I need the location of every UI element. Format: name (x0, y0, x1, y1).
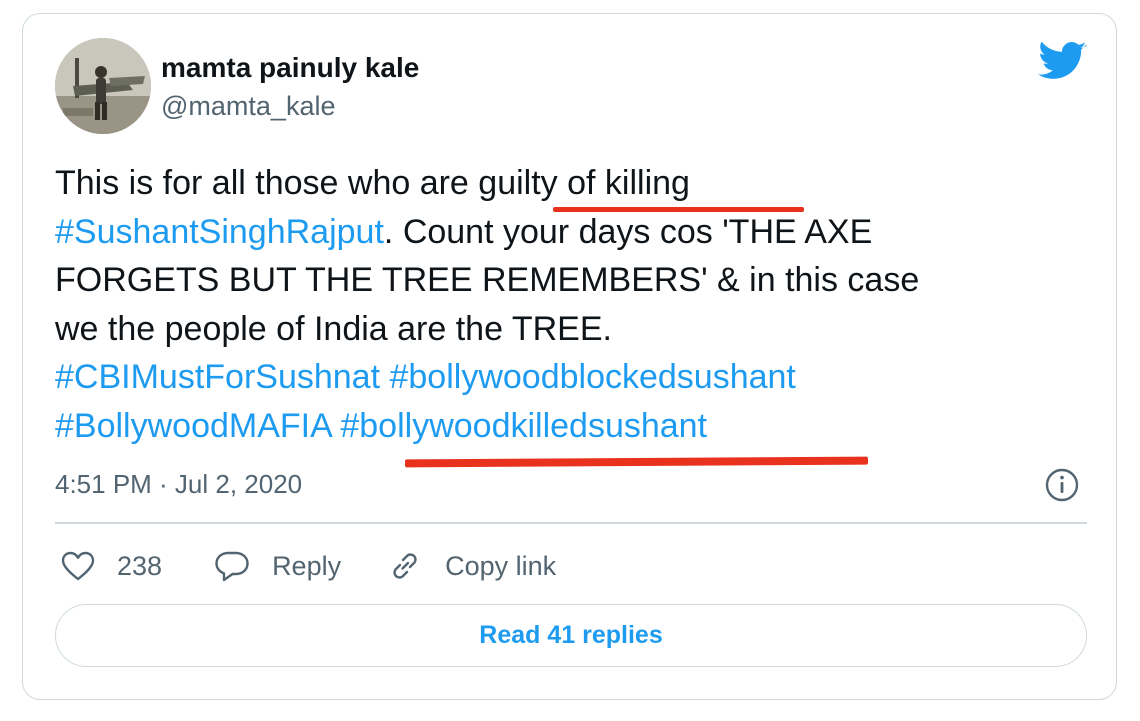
author-display-name[interactable]: mamta painuly kale (161, 52, 419, 84)
tweet-timestamp[interactable]: 4:51 PM · Jul 2, 2020 (55, 469, 302, 499)
tweet-text-segment (331, 407, 340, 445)
like-count: 238 (117, 550, 163, 581)
reply-bubble-icon (215, 551, 249, 582)
tweet-text-line: we the people of India are the TREE. (55, 305, 1095, 354)
tweet-text-line: #BollywoodMAFIA #bollywoodkilledsushant (55, 402, 1095, 451)
tweet-text-segment: This is for all those who are guilty of … (55, 164, 690, 202)
tweet-text-line: #SushantSinghRajput. Count your days cos… (55, 208, 1095, 257)
hashtag-link[interactable]: #bollywoodblockedsushant (389, 358, 795, 396)
tweet-text-segment: we the people of India are the TREE. (55, 309, 612, 348)
tweet-actions: 238 Reply Copy link (61, 544, 556, 588)
link-icon (393, 553, 417, 579)
tweet-text-line: #CBIMustForSushnat #bollywoodblockedsush… (55, 353, 1095, 402)
tweet-text: This is for all those who are guilty of … (55, 159, 1095, 450)
reply-label: Reply (272, 550, 342, 581)
tweet-text-segment: FORGETS BUT THE TREE REMEMBERS' & in thi… (55, 261, 920, 299)
copy-link-button[interactable]: Copy link (387, 548, 556, 584)
tweet-card: mamta painuly kale @mamta_kale This is f… (22, 13, 1117, 700)
annotation-underline (553, 207, 804, 212)
tweet-text-segment: . Count your days cos 'THE AXE (383, 212, 873, 251)
divider (55, 522, 1087, 524)
hashtag-link[interactable]: #CBIMustForSushnat (55, 358, 380, 396)
reply-button[interactable]: Reply (214, 550, 341, 582)
hashtag-link[interactable]: #BollywoodMAFIA (55, 407, 331, 445)
avatar[interactable] (55, 38, 151, 134)
tweet-text-line: This is for all those who are guilty of … (55, 159, 1095, 208)
copy-link-label: Copy link (445, 550, 557, 581)
author-handle[interactable]: @mamta_kale (161, 90, 335, 122)
tweet-text-line: FORGETS BUT THE TREE REMEMBERS' & in thi… (55, 256, 1095, 305)
heart-icon (61, 551, 95, 581)
annotation-underline (404, 456, 869, 468)
read-replies-button[interactable]: Read 41 replies (55, 604, 1087, 667)
hashtag-link[interactable]: #bollywoodkilledsushant (340, 407, 707, 445)
like-button[interactable]: 238 (61, 551, 162, 582)
twitter-bird-icon[interactable] (1038, 41, 1087, 83)
hashtag-link[interactable]: #SushantSinghRajput (55, 213, 384, 251)
info-icon[interactable] (1045, 468, 1079, 502)
